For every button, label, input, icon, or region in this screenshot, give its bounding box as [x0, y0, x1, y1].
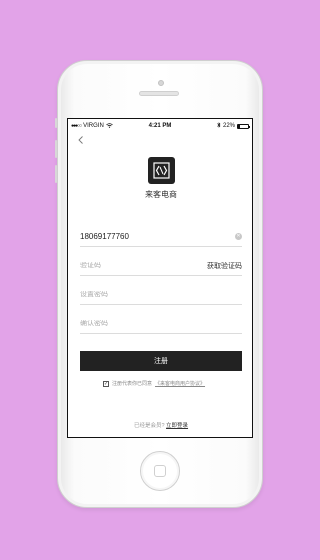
agreement-text: 注册代表你已同意 [112, 381, 153, 387]
verification-code-input[interactable] [80, 262, 200, 269]
password-field[interactable] [80, 285, 242, 305]
confirm-password-field[interactable] [80, 314, 242, 334]
silent-switch [55, 118, 57, 128]
status-time: 4:21 PM [148, 123, 172, 129]
agreement-link[interactable]: 《来客电商用户协议》 [155, 380, 205, 387]
app-name: 来客电商 [145, 190, 177, 199]
front-camera [158, 80, 164, 86]
login-link[interactable]: 立即登录 [166, 423, 188, 429]
battery-icon [237, 123, 250, 129]
battery-fill [238, 124, 241, 128]
home-button[interactable] [140, 451, 180, 491]
phone-value[interactable]: 18069177760 [80, 232, 129, 241]
earpiece-speaker [139, 91, 179, 96]
phone-screen: ●●●○○ VIRGIN 4:21 PM 22% 来客电商 1806917776… [67, 118, 253, 438]
login-prompt-text: 已经是会员? [133, 423, 165, 429]
password-input[interactable] [80, 291, 200, 298]
logo-icon [153, 162, 170, 179]
get-code-button[interactable]: 获取验证码 [207, 261, 242, 271]
agreement-row: ✓ 注册代表你已同意 《来客电商用户协议》 [103, 380, 205, 387]
app-logo [148, 157, 175, 184]
agreement-checkbox[interactable]: ✓ [103, 380, 109, 387]
clear-icon[interactable]: ✕ [235, 233, 242, 240]
back-arrow-icon[interactable] [76, 135, 88, 147]
volume-down-button [55, 165, 57, 183]
verification-code-field[interactable]: 获取验证码 [80, 256, 242, 276]
volume-up-button [55, 140, 57, 158]
login-prompt: 已经是会员? 立即登录 [68, 421, 252, 429]
status-bar: ●●●○○ VIRGIN 4:21 PM 22% [68, 119, 252, 133]
confirm-password-input[interactable] [80, 320, 200, 327]
phone-field[interactable]: 18069177760 ✕ [80, 227, 242, 247]
register-button[interactable]: 注册 [80, 351, 242, 371]
